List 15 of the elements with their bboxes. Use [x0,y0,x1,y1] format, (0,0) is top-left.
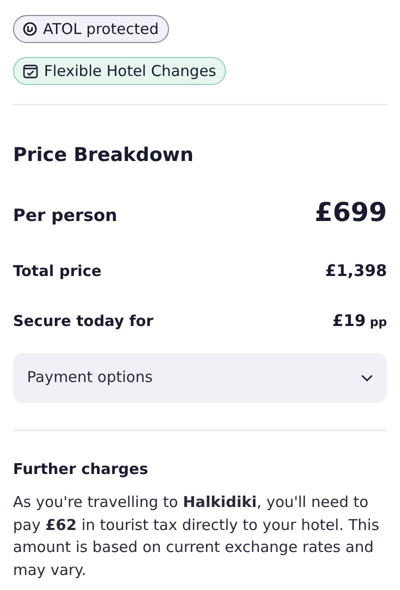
badge-label: Flexible Hotel Changes [44,60,216,82]
payment-options-dropdown[interactable]: Payment options [13,352,387,402]
calendar-check-icon [23,64,38,78]
price-value: £19 [332,310,366,332]
per-person-suffix: pp [370,314,387,330]
price-label: Per person [13,204,118,228]
section-title: Further charges [13,458,150,480]
chevron-icon [361,374,373,382]
section-title: Price Breakdown [13,143,194,168]
price-value: £699 [314,196,387,230]
price-value: £1,398 [325,260,387,282]
badge-label: ATOL protected [43,18,159,40]
further-charges-text: As you're travelling to Halkidiki, you'll need to pay £62 in tourist tax directly to your hotel. This amount is based on current exchange rates and may vary. [13,492,380,580]
price-label: Secure today for [13,310,154,332]
price-label: Total price [13,260,102,282]
